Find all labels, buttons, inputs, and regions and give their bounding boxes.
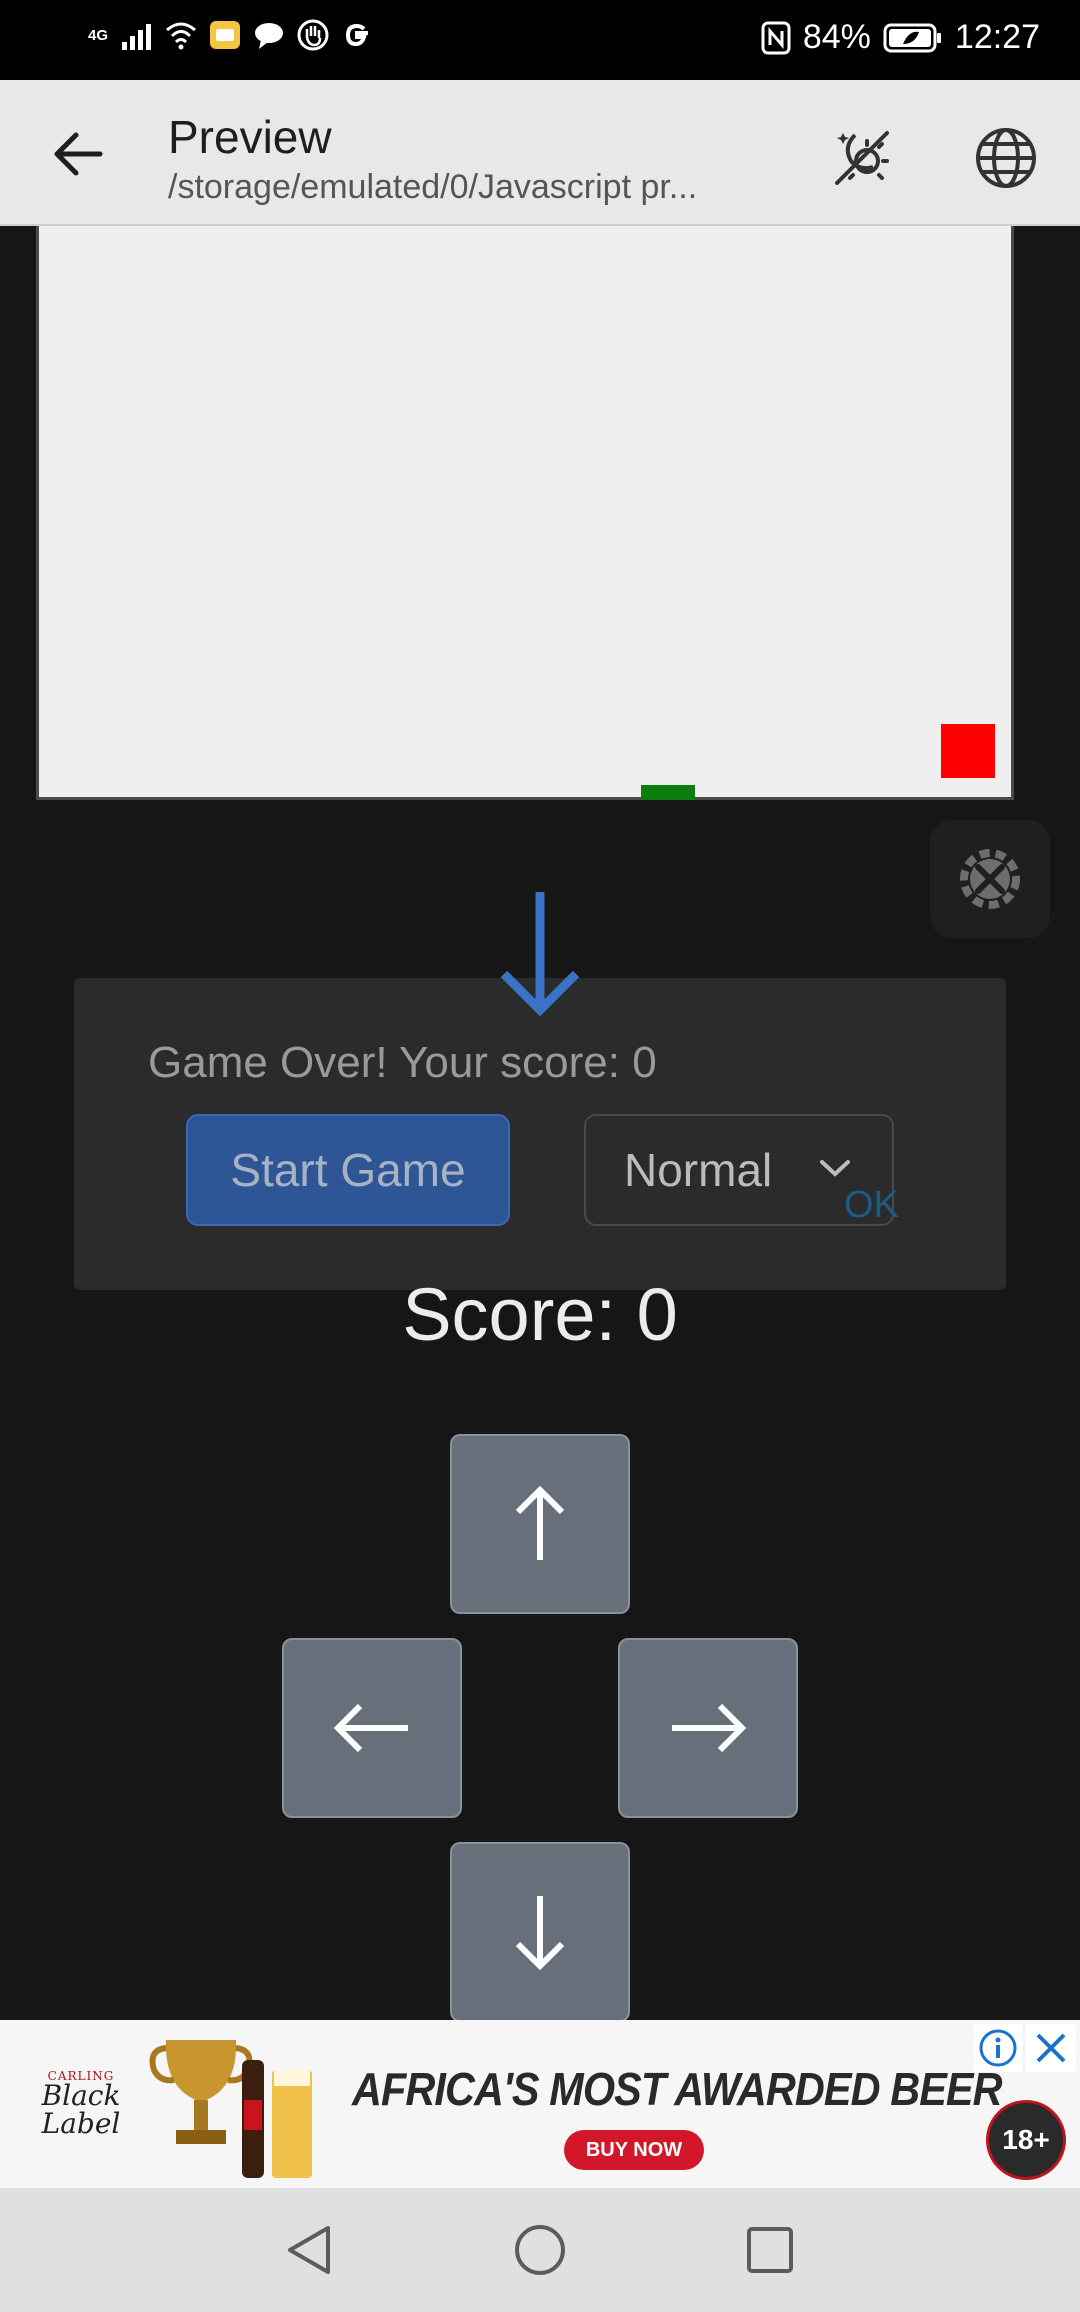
page-title: Preview xyxy=(168,111,332,163)
theme-toggle-button[interactable] xyxy=(820,116,904,200)
ad-close-button[interactable] xyxy=(1026,2024,1076,2072)
score-display: Score: 0 xyxy=(402,1273,678,1356)
arrow-left-icon xyxy=(54,132,103,176)
game-canvas[interactable] xyxy=(36,226,1014,800)
ad-headline: AFRICA'S MOST AWARDED BEER xyxy=(352,2063,1003,2115)
signal-icon xyxy=(122,24,152,50)
arrow-down-icon xyxy=(515,1896,565,1971)
square-recents-icon xyxy=(747,2227,793,2273)
buy-now-button[interactable]: BUY NOW xyxy=(564,2130,704,2170)
info-icon xyxy=(979,2029,1017,2067)
battery-percent: 84% xyxy=(802,18,871,56)
notification-app-icon xyxy=(210,21,241,49)
left-arrow-button[interactable] xyxy=(282,1638,462,1818)
arrow-up-icon xyxy=(515,1485,565,1560)
food-block xyxy=(941,724,995,778)
gear-tools-icon xyxy=(960,849,1020,909)
down-arrow-button[interactable] xyxy=(450,1842,630,2022)
close-icon xyxy=(1036,2033,1066,2063)
ad-banner[interactable]: CARLING Black Label AFRICA'S MOST AWARDE… xyxy=(0,2020,1080,2188)
brand-logo: CARLING Black Label xyxy=(6,2068,156,2138)
system-nav-bar xyxy=(0,2188,1080,2312)
nfc-icon xyxy=(761,21,791,54)
status-left-icons: 4G xyxy=(88,18,374,52)
arrow-left-icon xyxy=(333,1703,408,1753)
open-in-browser-button[interactable] xyxy=(964,116,1048,200)
snake-segment xyxy=(641,785,695,800)
globe-icon xyxy=(976,128,1036,188)
trophy-and-bottle-image xyxy=(149,2040,312,2178)
ad-info-button[interactable] xyxy=(974,2024,1022,2072)
up-arrow-button[interactable] xyxy=(450,1434,630,1614)
arrow-down-indicator-icon xyxy=(500,892,580,1017)
battery-icon xyxy=(883,23,941,52)
file-path: /storage/emulated/0/Javascript pr... xyxy=(168,168,698,206)
brand-name: Black Label xyxy=(41,2079,121,2140)
chevron-down-icon xyxy=(820,1160,850,1177)
age-badge: 18+ xyxy=(986,2100,1066,2180)
app-bar: Preview /storage/emulated/0/Javascript p… xyxy=(0,80,1080,226)
ok-button[interactable]: OK xyxy=(844,1184,899,1227)
arrow-right-icon xyxy=(672,1703,747,1753)
wifi-icon xyxy=(166,22,196,50)
circle-home-icon xyxy=(515,2225,565,2275)
nav-home-button[interactable] xyxy=(500,2210,580,2290)
right-arrow-button[interactable] xyxy=(618,1638,798,1818)
status-bar: 4G 84% 12:27 xyxy=(0,0,1080,80)
status-right: 84% 12:27 xyxy=(761,18,1040,57)
google-icon xyxy=(346,23,369,47)
game-over-dialog: Game Over! Your score: 0 Start Game Norm… xyxy=(74,978,1006,1290)
nav-back-button[interactable] xyxy=(268,2210,348,2290)
hand-icon xyxy=(297,19,329,51)
start-game-button[interactable]: Start Game xyxy=(186,1114,510,1226)
triangle-back-icon xyxy=(288,2226,330,2274)
game-over-message: Game Over! Your score: 0 xyxy=(148,1038,657,1087)
nav-recents-button[interactable] xyxy=(730,2210,810,2290)
settings-tools-button[interactable] xyxy=(930,820,1050,938)
back-button[interactable] xyxy=(38,118,118,190)
theme-toggle-icon xyxy=(835,131,889,185)
difficulty-value: Normal xyxy=(624,1144,773,1196)
chat-bubble-icon xyxy=(255,23,284,49)
network-type: 4G xyxy=(88,26,109,44)
clock: 12:27 xyxy=(954,18,1040,56)
